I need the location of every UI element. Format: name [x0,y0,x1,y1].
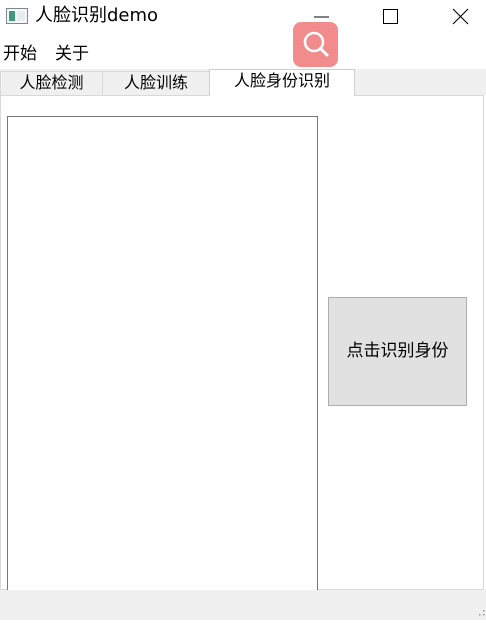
identify-button[interactable]: 点击识别身份 [328,297,467,406]
tab-face-identification[interactable]: 人脸身份识别 [209,69,355,96]
resize-grip-icon[interactable] [478,608,486,618]
window-bottom-edge [0,620,486,632]
image-display-area [7,116,318,596]
window-title: 人脸识别demo [35,5,159,26]
title-bar[interactable]: 人脸识别demo [0,0,486,34]
tab-face-detection[interactable]: 人脸检测 [0,71,103,95]
tab-face-training[interactable]: 人脸训练 [102,71,210,95]
search-icon [303,31,329,57]
status-bar [0,590,486,620]
menu-item-start[interactable]: 开始 [3,42,37,66]
menu-bar: 开始 关于 [0,40,486,68]
maximize-button[interactable] [367,0,413,34]
close-button[interactable] [437,0,483,34]
search-badge[interactable] [293,22,338,67]
app-icon [6,8,28,24]
menu-item-about[interactable]: 关于 [55,42,89,66]
maximize-icon [383,9,398,24]
close-icon [452,8,469,25]
app-window: 人脸识别demo 开始 关于 人脸检测 人脸训练 人脸身份识别 点击识别身份 [0,0,486,632]
